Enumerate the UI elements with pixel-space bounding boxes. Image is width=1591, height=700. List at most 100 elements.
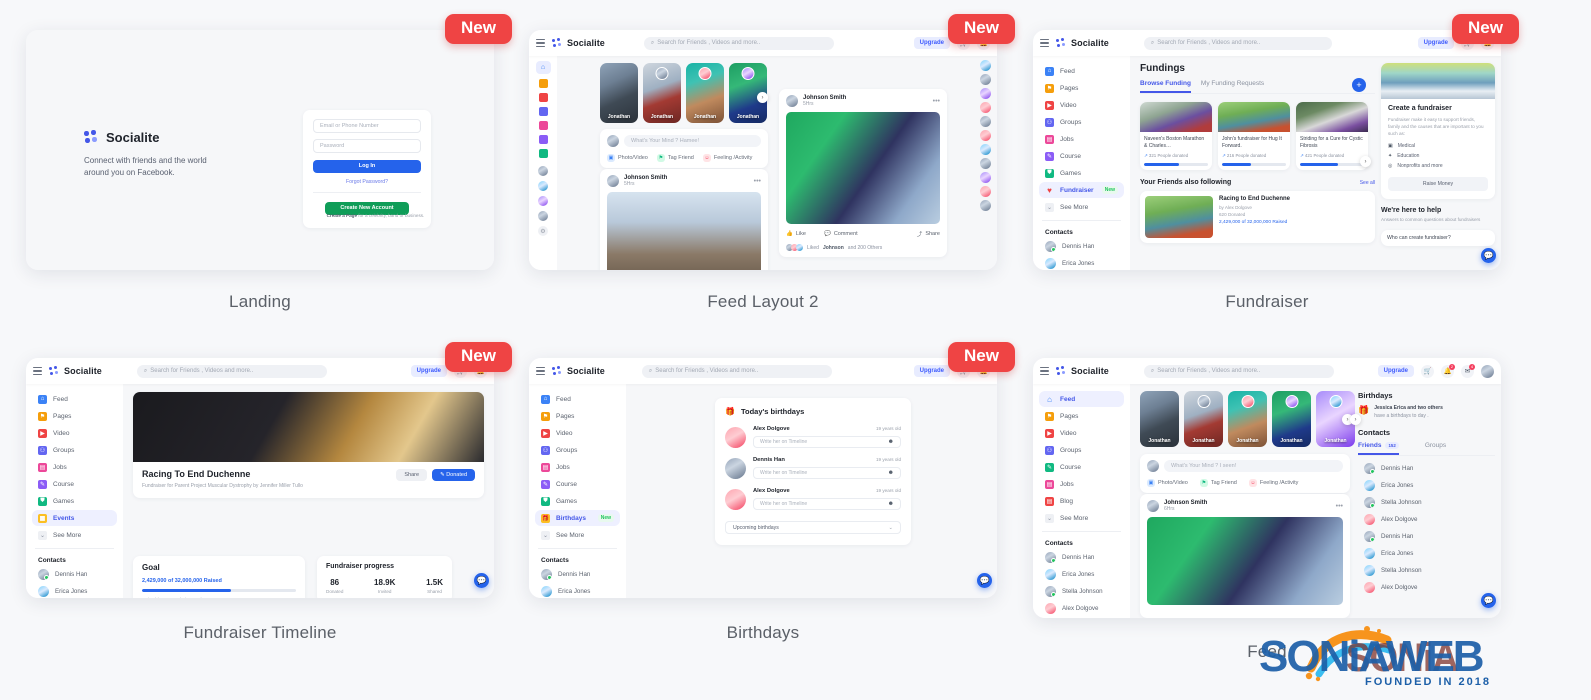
- sidebar-item-games[interactable]: ⛊ Games: [535, 493, 620, 509]
- brand[interactable]: Socialite: [1056, 37, 1109, 49]
- like-button[interactable]: 👍 Like: [786, 231, 806, 237]
- sidebar-item-pages[interactable]: ⚑ Pages: [1039, 408, 1124, 424]
- tab-browse-funding[interactable]: Browse Funding: [1140, 80, 1191, 93]
- sidebar-item-course[interactable]: ✎ Course: [1039, 148, 1124, 164]
- sidebar-item-video[interactable]: ▶ Video: [1039, 425, 1124, 441]
- sidebar-item-see-more[interactable]: ⌄ See More: [32, 527, 117, 543]
- hamburger-icon[interactable]: [536, 367, 545, 375]
- sidebar-item-pages[interactable]: ⚑ Pages: [535, 408, 620, 424]
- emoji-icon[interactable]: ☻: [888, 501, 894, 507]
- story-item[interactable]: Jonathan: [643, 63, 681, 123]
- rail-contact-avatar[interactable]: [979, 144, 991, 155]
- contact-item[interactable]: Stella Johnson: [1039, 583, 1124, 600]
- sidebar-item-video[interactable]: ▶ Video: [32, 425, 117, 441]
- composer-feeling-action[interactable]: ☺ Feeling /Activity: [702, 154, 752, 162]
- landing-footer-bold[interactable]: Create a Page: [327, 213, 357, 218]
- post-image[interactable]: [786, 112, 940, 224]
- composer-tag-action[interactable]: ⚑ Tag Friend: [656, 154, 694, 162]
- sidebar-item-course[interactable]: ✎ Course: [1039, 459, 1124, 475]
- forgot-password-link[interactable]: Forgot Password?: [313, 179, 421, 185]
- post-image[interactable]: [1147, 517, 1343, 605]
- sidebar-item-see-more[interactable]: ⌄ See More: [535, 527, 620, 543]
- rail-briefcase-icon[interactable]: [538, 121, 548, 130]
- message-icon[interactable]: ✉ 4: [1461, 363, 1475, 378]
- contact-item[interactable]: Dennis Han: [1039, 238, 1124, 255]
- chat-fab-button[interactable]: 💬: [977, 573, 992, 588]
- rail-video-icon[interactable]: [538, 93, 548, 102]
- bell-icon[interactable]: 🔔 2: [1441, 363, 1455, 378]
- sidebar-item-see-more[interactable]: ⌄ See More: [1039, 199, 1124, 215]
- raise-money-button[interactable]: Raise Money: [1388, 177, 1488, 192]
- contact-item[interactable]: Dennis Han: [32, 566, 117, 583]
- see-all-link[interactable]: See all: [1360, 180, 1375, 186]
- rail-home-icon[interactable]: ⌂: [535, 61, 551, 74]
- tab-my-funding-requests[interactable]: My Funding Requests: [1201, 80, 1264, 93]
- search-input[interactable]: ⌕ Search for Friends , Videos and more..: [643, 36, 834, 50]
- sidebar-item-video[interactable]: ▶ Video: [535, 425, 620, 441]
- rail-avatar[interactable]: [538, 181, 548, 191]
- sidebar-item-events[interactable]: ▦ Events: [32, 510, 117, 526]
- sidebar-item-pages[interactable]: ⚑ Pages: [32, 408, 117, 424]
- rail-course-icon[interactable]: [538, 135, 548, 144]
- sidebar-item-feed[interactable]: ⌂ Feed: [535, 391, 620, 407]
- sidebar-item-groups[interactable]: ⚇ Groups: [1039, 442, 1124, 458]
- story-item[interactable]: Jonathan: [686, 63, 724, 123]
- rail-flag-icon[interactable]: [538, 79, 548, 88]
- rail-contact-avatar[interactable]: [979, 158, 991, 169]
- following-item[interactable]: Racing to End Duchenne by Alex Dolgove 6…: [1140, 190, 1375, 243]
- showcase-card-birthdays[interactable]: Socialite ⌕ Search for Friends , Videos …: [529, 342, 1015, 598]
- story-item[interactable]: Jonathan: [1272, 391, 1311, 447]
- rail-avatar[interactable]: [538, 166, 548, 176]
- tab-friends[interactable]: Friends 152: [1358, 442, 1399, 455]
- rail-gear-icon[interactable]: ⚙: [538, 226, 548, 236]
- upgrade-button[interactable]: Upgrade: [1417, 37, 1454, 49]
- contact-item[interactable]: Erica Jones: [1039, 566, 1124, 583]
- search-input[interactable]: ⌕ Search for Friends , Videos and more..: [136, 364, 327, 378]
- birthday-message-input[interactable]: Write her on Timeline ☻: [753, 436, 901, 448]
- chat-fab-button[interactable]: 💬: [474, 573, 489, 588]
- composer-tag-action[interactable]: ⚑ Tag Friend: [1199, 479, 1237, 487]
- hamburger-icon[interactable]: [536, 39, 545, 47]
- sidebar-item-pages[interactable]: ⚑ Pages: [1039, 80, 1124, 96]
- hamburger-icon[interactable]: [1040, 39, 1049, 47]
- sidebar-item-jobs[interactable]: ▤ Jobs: [32, 459, 117, 475]
- showcase-card-feed[interactable]: Socialite ⌕ Search for Friends , Videos …: [1033, 358, 1501, 618]
- hamburger-icon[interactable]: [1040, 367, 1049, 375]
- sidebar-item-fundraiser[interactable]: ♥ Fundraiser New: [1039, 182, 1124, 198]
- contact-item[interactable]: Alex Dolgove: [1358, 511, 1495, 528]
- rail-groups-icon[interactable]: [538, 107, 548, 116]
- post-image[interactable]: [607, 192, 761, 270]
- contact-item[interactable]: Stella Johnson: [1358, 562, 1495, 579]
- donate-button[interactable]: ✎ Donated: [432, 469, 475, 481]
- post-more-icon[interactable]: •••: [933, 98, 940, 105]
- composer-photo-action[interactable]: ▣ Photo/Video: [607, 154, 648, 162]
- sidebar-item-games[interactable]: ⛊ Games: [32, 493, 117, 509]
- rail-contact-avatar[interactable]: [979, 102, 991, 113]
- post-more-icon[interactable]: •••: [1336, 503, 1343, 510]
- showcase-card-landing[interactable]: Socialite Connect with friends and the w…: [26, 14, 512, 270]
- contact-item[interactable]: Erica Jones: [1039, 255, 1124, 270]
- brand[interactable]: Socialite: [552, 37, 605, 49]
- rail-contact-avatar[interactable]: [979, 88, 991, 99]
- sidebar-item-course[interactable]: ✎ Course: [535, 476, 620, 492]
- rail-avatar[interactable]: [538, 211, 548, 221]
- brand[interactable]: Socialite: [1056, 365, 1109, 377]
- contact-item[interactable]: Dennis Han: [535, 566, 620, 583]
- comment-button[interactable]: 💬 Comment: [824, 231, 858, 237]
- rail-contact-avatar[interactable]: [979, 60, 991, 71]
- rail-contact-avatar[interactable]: [979, 200, 991, 211]
- birthday-message-input[interactable]: Write her on Timeline ☻: [753, 498, 901, 510]
- contact-item[interactable]: Dennis Han: [1358, 460, 1495, 477]
- upgrade-button[interactable]: Upgrade: [410, 365, 447, 377]
- sidebar-item-jobs[interactable]: ▤ Jobs: [1039, 476, 1124, 492]
- login-button[interactable]: Log In: [313, 160, 421, 173]
- funding-card[interactable]: John's fundraiser for Hug It Forward. ↗ …: [1218, 102, 1290, 170]
- faq-item[interactable]: Who can create fundraiser?: [1381, 230, 1495, 247]
- rail-games-icon[interactable]: [538, 149, 548, 158]
- sidebar-item-course[interactable]: ✎ Course: [32, 476, 117, 492]
- story-item[interactable]: Jonathan: [1228, 391, 1267, 447]
- composer-input[interactable]: What's Your Mind ? Hamee!: [624, 135, 761, 147]
- emoji-icon[interactable]: ☻: [888, 439, 894, 445]
- search-input[interactable]: ⌕ Search for Friends , Videos and more..: [1143, 36, 1332, 50]
- story-next-button[interactable]: ›: [757, 92, 768, 103]
